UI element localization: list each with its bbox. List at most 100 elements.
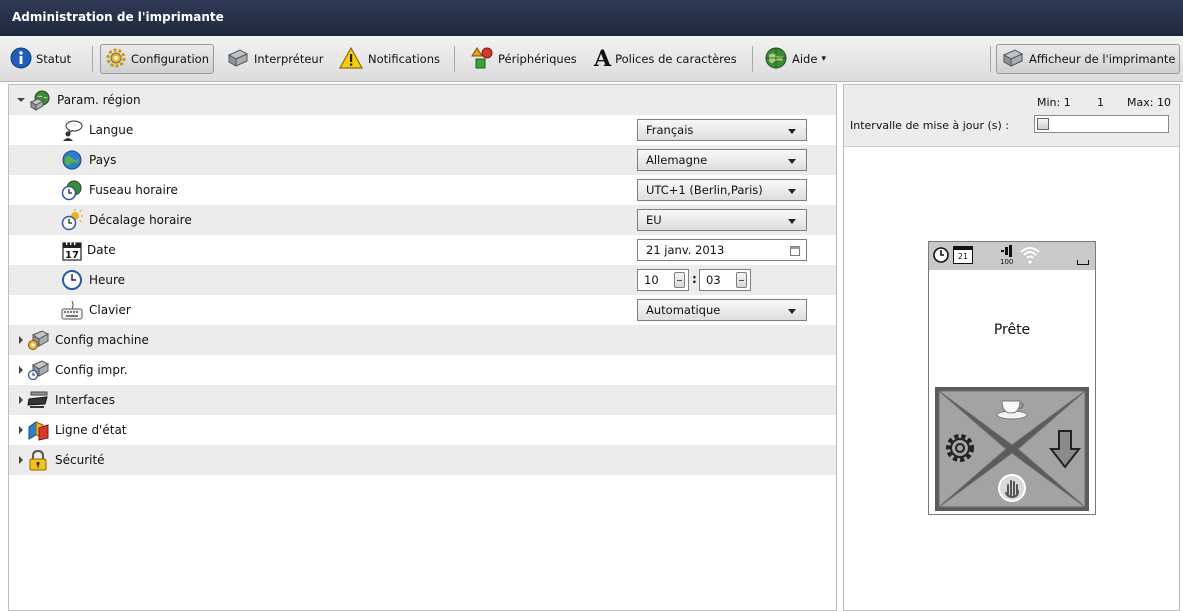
setting-row-keyboard: Clavier Automatique — [9, 295, 836, 325]
help-label: Aide — [792, 52, 818, 66]
slider-thumb[interactable] — [1037, 118, 1049, 130]
fonts-label: Polices de caractères — [615, 52, 737, 66]
minutes-stepper[interactable]: 03 — [699, 269, 751, 291]
toolbar-separator — [752, 46, 753, 72]
setting-label: Langue — [89, 123, 134, 137]
setting-row-time-offset: Décalage horaire EU — [9, 205, 836, 235]
svg-text:17: 17 — [65, 250, 79, 261]
speech-person-icon — [61, 119, 83, 141]
setting-label: Fuseau horaire — [89, 183, 178, 197]
tree-node-status-line[interactable]: Ligne d'état — [9, 415, 836, 445]
status-label: Statut — [36, 52, 72, 66]
info-icon — [10, 47, 32, 72]
country-dropdown[interactable]: Allemagne — [637, 149, 807, 171]
level-text: 100 — [1000, 258, 1014, 266]
toolbar-separator — [92, 46, 93, 72]
peripherals-label: Périphériques — [498, 52, 577, 66]
dropdown-arrow-icon — [788, 159, 796, 164]
calendar-day: 21 — [957, 252, 969, 261]
tree-node-printer-config[interactable]: Config impr. — [9, 355, 836, 385]
status-button[interactable]: Statut — [6, 44, 75, 74]
setting-label: Heure — [89, 273, 126, 287]
current-value-label: 1 — [1097, 96, 1104, 109]
printer-display-icon — [1001, 47, 1025, 72]
interpreter-button[interactable]: Interpréteur — [222, 44, 327, 74]
toolbar: Statut Configuration Interpréteur Notifi… — [0, 36, 1183, 82]
refresh-interval-slider[interactable] — [1034, 115, 1169, 133]
printer-display-button[interactable]: Afficheur de l'imprimante — [996, 44, 1180, 74]
configuration-button[interactable]: Configuration — [100, 44, 214, 74]
window-title: Administration de l'imprimante — [12, 10, 224, 24]
settings-gear-button[interactable] — [943, 431, 977, 468]
language-value: Français — [646, 123, 694, 137]
window-title-bar: Administration de l'imprimante — [0, 0, 1183, 36]
refresh-interval-label: Intervalle de mise à jour (s) : — [850, 119, 1009, 132]
globe-help-icon — [764, 46, 788, 73]
configuration-label: Configuration — [131, 52, 209, 66]
time-offset-value: EU — [646, 213, 662, 227]
sun-clock-icon — [61, 209, 83, 231]
notifications-button[interactable]: Notifications — [334, 44, 444, 74]
printer-display-panel: Min: 1 1 Max: 10 Intervalle de mise à jo… — [843, 84, 1180, 611]
notifications-label: Notifications — [368, 52, 440, 66]
hours-stepper[interactable]: 10 — [637, 269, 689, 291]
hours-spin-button[interactable] — [674, 272, 685, 288]
clock-status-icon — [932, 246, 950, 267]
language-dropdown[interactable]: Français — [637, 119, 807, 141]
minutes-value: 03 — [706, 273, 721, 287]
shapes-icon — [470, 46, 494, 73]
expand-arrow-icon[interactable] — [19, 426, 23, 434]
collapse-arrow-icon[interactable] — [17, 98, 25, 102]
setting-label: Pays — [89, 153, 117, 167]
printer-display-label: Afficheur de l'imprimante — [1029, 52, 1176, 66]
toolbar-separator — [990, 46, 991, 72]
keyboard-icon — [61, 299, 83, 321]
printer-icon — [226, 47, 250, 72]
configuration-tree: Param. région Langue Français Pays Allem… — [8, 84, 837, 611]
keyboard-dropdown[interactable]: Automatique — [637, 299, 807, 321]
tree-label: Interfaces — [55, 393, 115, 407]
refresh-interval-panel: Min: 1 1 Max: 10 Intervalle de mise à jo… — [844, 85, 1179, 147]
help-button[interactable]: Aide ▾ — [760, 44, 830, 74]
clock-icon — [61, 269, 83, 291]
expand-arrow-icon[interactable] — [19, 366, 23, 374]
calendar-picker-icon[interactable] — [790, 245, 800, 259]
help-dropdown-caret: ▾ — [821, 54, 826, 64]
minutes-spin-button[interactable] — [736, 272, 747, 288]
min-label: Min: 1 — [1037, 96, 1071, 109]
dropdown-arrow-icon — [788, 129, 796, 134]
feed-arrow-button[interactable] — [1048, 429, 1082, 472]
globe-printer-icon — [29, 89, 51, 111]
expand-arrow-icon[interactable] — [19, 396, 23, 404]
setting-row-date: 17 Date 21 janv. 2013 — [9, 235, 836, 265]
country-value: Allemagne — [646, 153, 708, 167]
keyboard-value: Automatique — [646, 303, 721, 317]
connector-icon — [27, 389, 49, 411]
tree-node-region[interactable]: Param. région — [9, 85, 836, 115]
dropdown-arrow-icon — [788, 189, 796, 194]
timezone-value: UTC+1 (Berlin,Paris) — [646, 183, 763, 197]
stop-hand-button[interactable] — [997, 473, 1027, 506]
peripherals-button[interactable]: Périphériques — [466, 44, 581, 74]
status-line-icon — [27, 419, 49, 441]
date-picker[interactable]: 21 janv. 2013 — [637, 239, 807, 261]
tree-label: Config impr. — [55, 363, 128, 377]
calendar-icon: 17 — [61, 239, 83, 261]
tree-node-machine-config[interactable]: Config machine — [9, 325, 836, 355]
tree-node-security[interactable]: Sécurité — [9, 445, 836, 475]
globe-clock-icon — [61, 179, 83, 201]
expand-arrow-icon[interactable] — [19, 336, 23, 344]
pause-cup-button[interactable] — [995, 393, 1029, 426]
tree-node-interfaces[interactable]: Interfaces — [9, 385, 836, 415]
tree-label: Config machine — [55, 333, 149, 347]
hours-value: 10 — [644, 273, 659, 287]
time-offset-dropdown[interactable]: EU — [637, 209, 807, 231]
timezone-dropdown[interactable]: UTC+1 (Berlin,Paris) — [637, 179, 807, 201]
setting-row-country: Pays Allemagne — [9, 145, 836, 175]
fonts-button[interactable]: A Polices de caractères — [590, 44, 741, 74]
globe-icon — [61, 149, 83, 171]
setting-row-language: Langue Français — [9, 115, 836, 145]
gear-icon — [105, 47, 127, 72]
tree-label: Ligne d'état — [55, 423, 127, 437]
expand-arrow-icon[interactable] — [19, 456, 23, 464]
